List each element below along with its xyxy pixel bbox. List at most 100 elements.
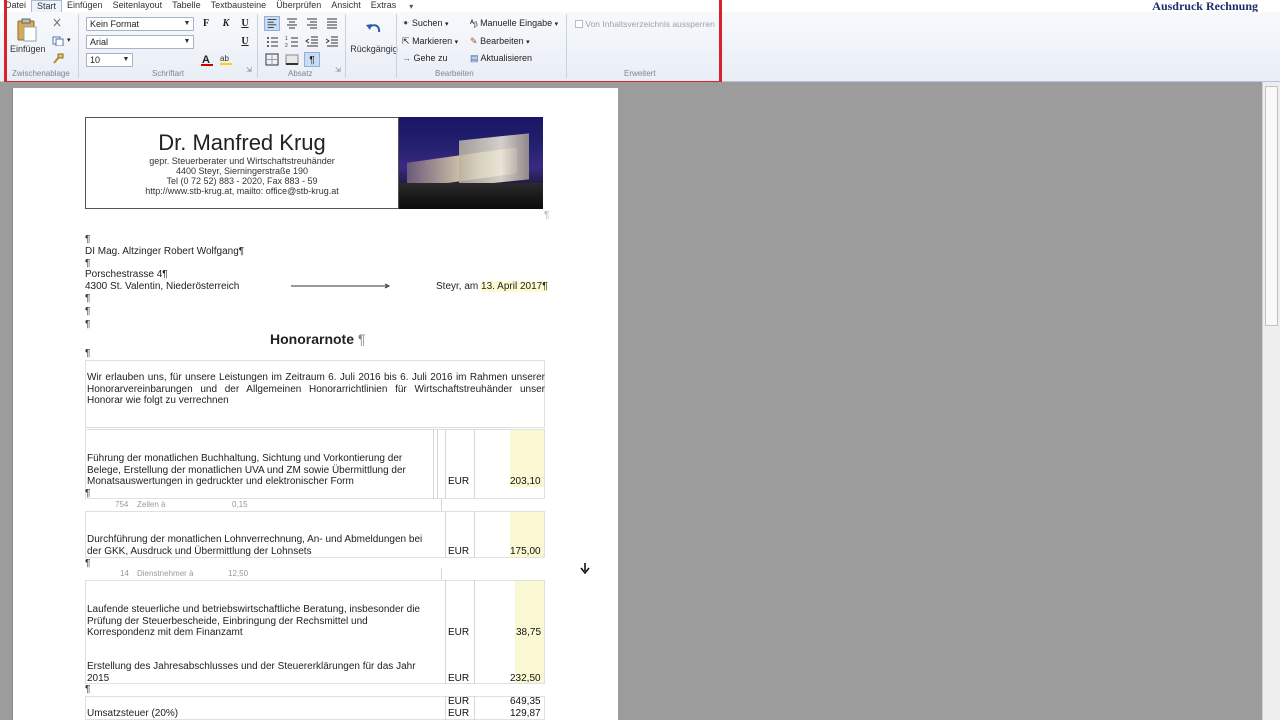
menu-seitenlayout[interactable]: Seitenlayout bbox=[108, 0, 168, 12]
chevron-down-icon: ▼ bbox=[122, 56, 130, 63]
refresh-button[interactable]: ▤ Aktualisieren bbox=[470, 53, 532, 64]
format-painter-icon[interactable] bbox=[52, 53, 64, 65]
align-justify-icon[interactable] bbox=[324, 16, 340, 31]
decrease-indent-icon[interactable] bbox=[304, 34, 320, 49]
style-select-value: Kein Format bbox=[90, 19, 140, 29]
vertical-scrollbar[interactable] bbox=[1262, 82, 1280, 720]
chevron-down-icon: ▾ bbox=[526, 39, 530, 46]
pilcrow-mark: ¶ bbox=[85, 488, 91, 499]
paragraph-dialog-launcher-icon[interactable]: ⇲ bbox=[335, 66, 341, 74]
sub-unit: Dienstnehmer à bbox=[137, 569, 194, 578]
numbered-list-icon[interactable]: 12 bbox=[284, 34, 300, 49]
font-select[interactable]: Arial ▼ bbox=[86, 35, 194, 49]
paste-button[interactable]: Einfügen bbox=[10, 18, 46, 54]
select-button[interactable]: ⇱ Markieren ▾ bbox=[402, 36, 458, 47]
menu-start[interactable]: Start bbox=[31, 0, 63, 12]
menu-einfuegen[interactable]: Einfügen bbox=[62, 0, 108, 12]
font-select-value: Arial bbox=[90, 37, 109, 47]
item-description: Durchführung der monatlichen Lohnverrech… bbox=[87, 534, 423, 557]
text-input-icon: ᴬᵦ bbox=[470, 18, 478, 28]
tab-arrow-icon bbox=[291, 283, 391, 289]
align-center-icon[interactable] bbox=[284, 16, 300, 31]
undo-label: Rückgängig bbox=[350, 44, 398, 54]
copy-icon[interactable] bbox=[52, 36, 66, 46]
sub-quantity: 14 bbox=[120, 569, 129, 578]
clipboard-group-label: Zwischenablage bbox=[12, 69, 70, 78]
goto-button[interactable]: → Gehe zu bbox=[402, 53, 448, 63]
item-description: Erstellung des Jahresabschlusses und der… bbox=[87, 661, 416, 684]
extended-group-label: Erweitert bbox=[624, 69, 656, 78]
heading-text: Honorarnote bbox=[270, 331, 354, 347]
select-label: Markieren bbox=[412, 36, 453, 46]
document-page[interactable]: Dr. Manfred Krug gepr. Steuerberater und… bbox=[12, 88, 618, 720]
pilcrow-mark: ¶ bbox=[85, 348, 91, 359]
refresh-label: Aktualisieren bbox=[480, 53, 533, 63]
pilcrow-mark: ¶ bbox=[85, 684, 91, 695]
chevron-down-icon: ▼ bbox=[183, 20, 191, 27]
separator bbox=[396, 14, 397, 78]
pilcrow-mark: ¶ bbox=[85, 306, 91, 317]
column-line bbox=[445, 429, 446, 499]
svg-text:1: 1 bbox=[285, 36, 288, 42]
chevron-down-icon: ▾ bbox=[454, 39, 459, 46]
firm-address: 4400 Steyr, Sierningerstraße 190 bbox=[175, 166, 309, 176]
edit-button[interactable]: ✎ Bearbeiten ▾ bbox=[470, 36, 530, 47]
copy-dropdown-icon[interactable]: ▾ bbox=[67, 36, 71, 44]
column-line bbox=[474, 580, 475, 684]
menu-datei[interactable]: Datei bbox=[0, 0, 31, 12]
shading-icon[interactable] bbox=[284, 52, 300, 67]
search-label: Suchen bbox=[411, 18, 443, 28]
font-color-icon[interactable]: A bbox=[200, 53, 214, 67]
column-line bbox=[445, 511, 446, 558]
item-description: Führung der monatlichen Buchhaltung, Sic… bbox=[87, 453, 406, 487]
align-right-icon[interactable] bbox=[304, 16, 320, 31]
column-line bbox=[445, 580, 446, 684]
item-amount: 203,10 bbox=[510, 476, 541, 487]
undo-button[interactable]: Rückgängig bbox=[350, 22, 398, 54]
menu-tabelle[interactable]: Tabelle bbox=[167, 0, 206, 12]
underline-button[interactable]: U bbox=[237, 16, 253, 31]
sub-unit: Zeilen à bbox=[137, 500, 166, 509]
italic-button[interactable]: K bbox=[218, 16, 234, 31]
vat-label: Umsatzsteuer (20%) bbox=[87, 708, 179, 719]
increase-indent-icon[interactable] bbox=[324, 34, 340, 49]
column-line bbox=[474, 429, 475, 499]
item-amount: 232,50 bbox=[510, 673, 541, 684]
font-dialog-launcher-icon[interactable]: ⇲ bbox=[246, 66, 252, 74]
search-button[interactable]: ꔹ Suchen ▾ bbox=[402, 18, 448, 29]
show-formatting-button[interactable]: ¶ bbox=[304, 52, 320, 67]
sub-price: 12,50 bbox=[228, 569, 249, 578]
checkbox-icon bbox=[575, 20, 583, 28]
arrow-right-icon: → bbox=[402, 53, 411, 63]
item-description: Laufende steuerliche und betriebswirtsch… bbox=[87, 604, 420, 638]
edit-group-label: Bearbeiten bbox=[435, 69, 474, 78]
pilcrow-mark: ¶ bbox=[85, 319, 91, 330]
firm-subtitle: gepr. Steuerberater und Wirtschaftstreuh… bbox=[149, 156, 335, 166]
menu-extras[interactable]: Extras bbox=[366, 0, 402, 12]
menu-ansicht[interactable]: Ansicht bbox=[326, 0, 366, 12]
bullet-list-icon[interactable] bbox=[264, 34, 280, 49]
vat-currency: EUR bbox=[448, 708, 470, 719]
place-label: Steyr, am bbox=[436, 281, 479, 292]
item-amount: 38,75 bbox=[516, 627, 542, 638]
style-select[interactable]: Kein Format ▼ bbox=[86, 17, 194, 31]
goto-label: Gehe zu bbox=[413, 53, 448, 63]
scrollbar-thumb[interactable] bbox=[1265, 86, 1278, 326]
cut-icon[interactable] bbox=[52, 18, 62, 28]
highlight-icon[interactable]: ab bbox=[219, 52, 233, 66]
letterhead: Dr. Manfred Krug gepr. Steuerberater und… bbox=[85, 117, 399, 209]
borders-icon[interactable] bbox=[264, 52, 280, 67]
manual-input-button[interactable]: ᴬᵦ Manuelle Eingabe ▾ bbox=[470, 18, 558, 28]
svg-text:ab: ab bbox=[220, 54, 229, 63]
align-left-icon[interactable] bbox=[264, 16, 280, 31]
toc-lock-checkbox[interactable]: Von Inhaltsverzeichnis aussperren bbox=[575, 19, 715, 29]
menu-ueberpruefen[interactable]: Überprüfen bbox=[271, 0, 326, 12]
quick-access-dropdown-icon[interactable]: ▾ bbox=[409, 2, 413, 11]
menu-textbausteine[interactable]: Textbausteine bbox=[206, 0, 272, 12]
bold-button[interactable]: F bbox=[198, 16, 214, 31]
recipient-street: Porschestrasse 4¶ bbox=[85, 269, 168, 280]
manual-input-label: Manuelle Eingabe bbox=[480, 18, 553, 28]
font-group-label: Schriftart bbox=[152, 69, 185, 78]
font-size-select[interactable]: 10 ▼ bbox=[86, 53, 133, 67]
double-underline-button[interactable]: U bbox=[237, 34, 253, 49]
